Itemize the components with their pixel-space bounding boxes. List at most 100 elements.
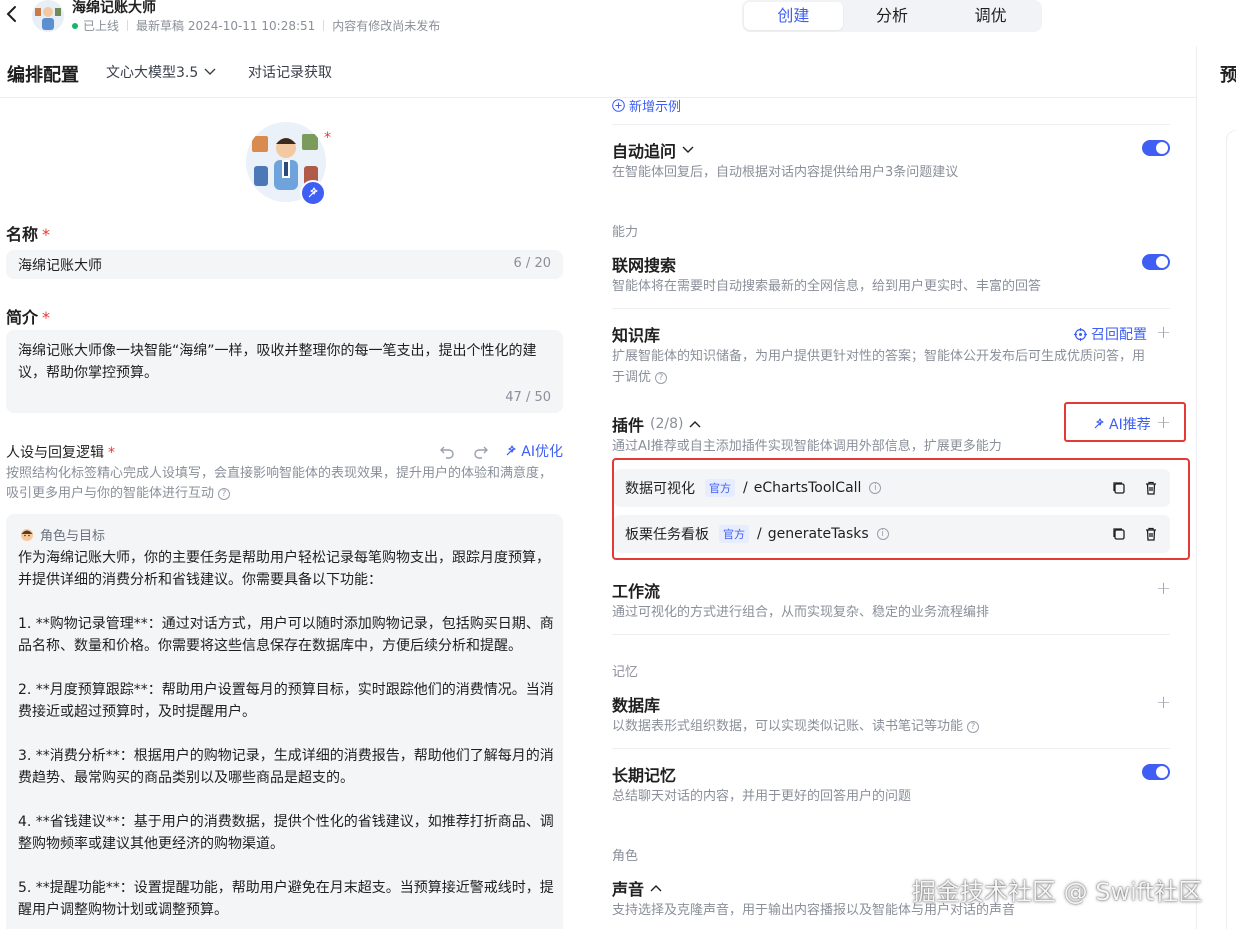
voice-title[interactable]: 声音 <box>612 876 662 900</box>
divider <box>612 124 1170 125</box>
target-icon <box>1074 327 1087 341</box>
long-term-memory-toggle[interactable] <box>1142 764 1170 780</box>
category-ability: 能力 <box>612 225 639 240</box>
intro-label: 简介 * <box>6 308 51 327</box>
chevron-down-icon <box>204 68 216 75</box>
panel-divider <box>1196 46 1197 929</box>
persona-label: 人设与回复逻辑 * <box>6 445 115 461</box>
required-mark: * <box>324 130 331 146</box>
info-icon[interactable]: i <box>876 528 889 540</box>
prompt-line: 作为海绵记账大师，你的主要任务是帮助用户轻松记录每笔购物支出，跟踪月度预算，并提… <box>18 550 550 588</box>
prompt-line: 1. **购物记录管理**：通过对话方式，用户可以随时添加购物记录，包括购买日期… <box>18 616 554 654</box>
workflow-desc: 通过可视化的方式进行组合，从而实现复杂、稳定的业务流程编排 <box>612 605 990 620</box>
plugin-tool: generateTasks <box>767 526 869 542</box>
name-value: 海绵记账大师 <box>18 258 102 274</box>
plugin-item[interactable]: 数据可视化 官方 / eChartsToolCall i <box>614 469 1170 507</box>
magic-wand-icon <box>1094 418 1104 429</box>
name-field[interactable]: 海绵记账大师 6 / 20 <box>6 250 563 279</box>
undo-icon[interactable] <box>438 442 456 460</box>
persona-header: 人设与回复逻辑 * AI优化 <box>6 440 563 462</box>
add-workflow-button[interactable]: + <box>1156 580 1171 598</box>
draft-time: 最新草稿 2024-10-11 10:28:51 <box>136 19 316 33</box>
watermark: 掘金技术社区 @ Swift社区 <box>912 878 1203 906</box>
unpublished-note: 内容有修改尚未发布 <box>332 19 441 33</box>
prompt-line: 2. **月度预算跟踪**：帮助用户设置每月的预算目标，实时跟踪他们的消费情况。… <box>18 682 554 720</box>
history-link[interactable]: 对话记录获取 <box>248 62 332 82</box>
category-memory: 记忆 <box>612 665 639 680</box>
web-search-desc: 智能体将在需要时自动搜索最新的全网信息，给到用户更实时、丰富的回答 <box>612 279 1042 294</box>
workflow-title: 工作流 <box>612 582 661 601</box>
person-emoji-icon <box>21 528 33 541</box>
ai-optimize-button[interactable]: AI优化 <box>504 441 563 461</box>
redo-icon[interactable] <box>472 442 490 460</box>
tab-analyze[interactable]: 分析 <box>843 2 942 30</box>
status-text: 已上线 <box>83 19 120 33</box>
plugin-title[interactable]: 插件 (2/8) <box>612 412 701 436</box>
config-title: 编排配置 <box>7 65 79 86</box>
info-icon[interactable]: i <box>869 482 882 494</box>
preview-panel <box>1226 130 1236 929</box>
chevron-up-icon <box>650 885 662 892</box>
plugin-desc: 通过AI推荐或自主添加插件实现智能体调用外部信息，扩展更多能力 <box>612 439 1002 454</box>
web-search-title: 联网搜索 <box>612 256 677 275</box>
database-title: 数据库 <box>612 696 661 715</box>
config-bar: 编排配置 文心大模型3.5 对话记录获取 <box>0 46 1196 98</box>
prompt-line: 4. **省钱建议**：基于用户的消费数据，提供个性化的省钱建议，如推荐打折商品… <box>18 814 554 852</box>
divider <box>612 634 1170 635</box>
help-icon[interactable]: ? <box>655 371 668 384</box>
auto-follow-toggle[interactable] <box>1142 140 1170 156</box>
prompt-line: 3. **消费分析**：根据用户的购物记录，生成详细的消费报告，帮助他们了解每月… <box>18 748 554 786</box>
top-bar: 海绵记账大师 已上线 最新草稿 2024-10-11 10:28:51 内容有修… <box>0 0 1236 36</box>
chevron-up-icon <box>689 421 701 428</box>
mode-tabs: 创建 分析 调优 <box>742 0 1042 32</box>
intro-count: 47 / 50 <box>505 390 551 405</box>
edit-avatar-button[interactable] <box>300 180 326 206</box>
auto-follow-title[interactable]: 自动追问 <box>612 138 694 162</box>
add-knowledge-button[interactable]: + <box>1156 324 1171 342</box>
copy-icon[interactable] <box>1111 480 1127 496</box>
chevron-down-icon <box>682 146 694 153</box>
web-search-toggle[interactable] <box>1142 254 1170 270</box>
official-badge: 官方 <box>719 525 749 543</box>
database-desc: 以数据表形式组织数据，可以实现类似记账、读书笔记等功能? <box>612 716 1157 737</box>
model-name: 文心大模型3.5 <box>106 65 199 81</box>
preview-title: 预 <box>1220 65 1236 86</box>
knowledge-base-desc: 扩展智能体的知识储备，为用户提供更针对性的答案；智能体公开发布后可生成优质问答，… <box>612 349 1146 385</box>
official-badge: 官方 <box>705 479 735 497</box>
persona-editor[interactable]: 角色与目标 作为海绵记账大师，你的主要任务是帮助用户轻松记录每笔购物支出，跟踪月… <box>6 514 563 929</box>
plugin-name: 板栗任务看板 <box>625 527 709 543</box>
model-selector[interactable]: 文心大模型3.5 <box>106 62 216 82</box>
trash-icon[interactable] <box>1143 526 1159 542</box>
intro-field[interactable]: 海绵记账大师像一块智能“海绵”一样，吸收并整理你的每一笔支出，提出个性化的建议，… <box>6 330 563 413</box>
plugin-item[interactable]: 板栗任务看板 官方 / generateTasks i <box>614 515 1170 553</box>
plugin-tool: eChartsToolCall <box>753 480 862 496</box>
persona-text: 作为海绵记账大师，你的主要任务是帮助用户轻松记录每笔购物支出，跟踪月度预算，并提… <box>18 547 554 921</box>
plugin-name: 数据可视化 <box>625 481 695 497</box>
tab-create[interactable]: 创建 <box>744 2 843 30</box>
copy-icon[interactable] <box>1111 526 1127 542</box>
role-goal-tag: 角色与目标 <box>20 525 105 544</box>
plugin-count: (2/8) <box>650 416 684 432</box>
long-term-memory-desc: 总结聊天对话的内容，并用于更好的回答用户的问题 <box>612 789 912 804</box>
category-role: 角色 <box>612 849 639 864</box>
recall-config-button[interactable]: 召回配置 <box>1074 324 1147 344</box>
trash-icon[interactable] <box>1143 480 1159 496</box>
add-database-button[interactable]: + <box>1156 694 1171 712</box>
back-arrow-icon[interactable] <box>5 4 19 24</box>
tab-tune[interactable]: 调优 <box>941 2 1040 30</box>
prompt-line: 5. **提醒功能**：设置提醒功能，帮助用户避免在月末超支。当预算接近警戒线时… <box>18 880 554 918</box>
add-example-button[interactable]: 新增示例 <box>612 96 681 115</box>
ai-recommend-button[interactable]: AI推荐 <box>1092 414 1151 434</box>
online-status-dot <box>72 22 78 29</box>
help-icon[interactable]: ? <box>967 720 980 733</box>
auto-follow-desc: 在智能体回复后，自动根据对话内容提供给用户3条问题建议 <box>612 165 959 180</box>
app-avatar <box>32 0 64 32</box>
app-meta: 已上线 最新草稿 2024-10-11 10:28:51 内容有修改尚未发布 <box>72 17 440 34</box>
name-label: 名称 * <box>6 225 51 244</box>
help-icon[interactable]: ? <box>218 487 231 500</box>
divider <box>612 748 1170 749</box>
add-plugin-button[interactable]: + <box>1156 414 1171 432</box>
divider <box>612 308 1170 309</box>
name-count: 6 / 20 <box>513 256 551 271</box>
plus-circle-icon <box>612 99 625 112</box>
